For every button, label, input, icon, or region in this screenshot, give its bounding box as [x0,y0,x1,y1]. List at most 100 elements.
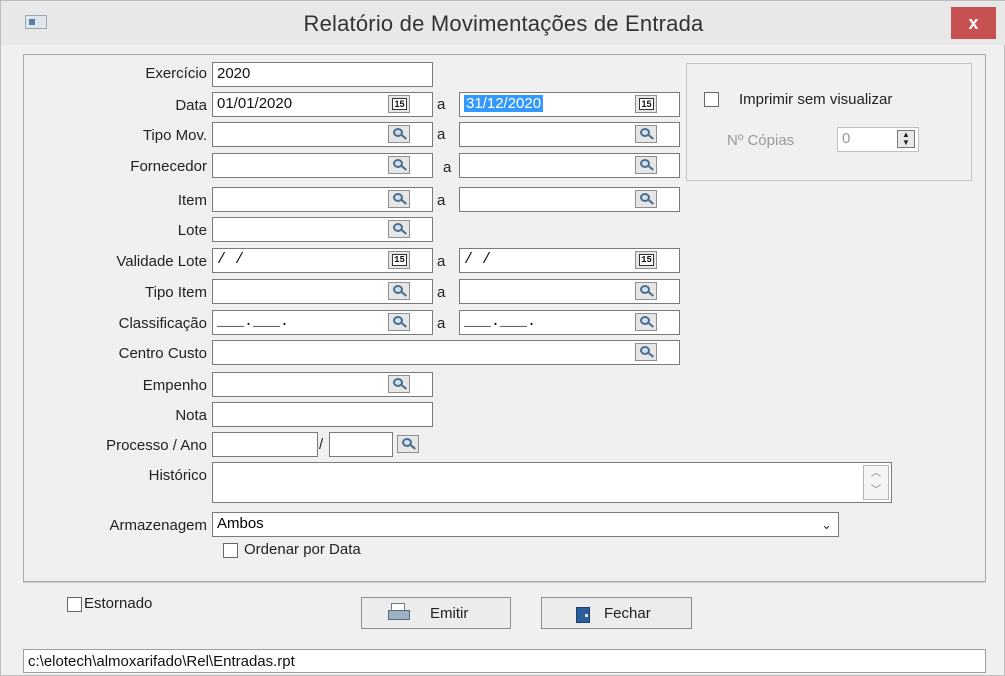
historico-textarea[interactable]: ︿ ﹀ [212,462,892,503]
nota-input[interactable] [212,402,433,427]
processo-search-button[interactable] [397,435,419,453]
classificacao-from-search-button[interactable] [388,313,410,331]
lote-input[interactable] [212,217,433,242]
tipo-item-from-input[interactable] [212,279,433,304]
nota-label: Nota [175,407,207,424]
fornecedor-from-input[interactable] [212,153,433,178]
empenho-label: Empenho [142,377,207,394]
calendar-icon: 15 [392,254,407,266]
range-separator: a [437,253,446,270]
centro-custo-input[interactable] [212,340,680,365]
fornecedor-from-search-button[interactable] [388,156,410,174]
chevron-down-icon: ⌄ [821,517,832,532]
historico-scrollbar[interactable]: ︿ ﹀ [863,465,889,500]
data-from-calendar-button[interactable]: 15 [388,95,410,113]
window-title: Relatório de Movimentações de Entrada [303,11,704,36]
processo-input[interactable] [212,432,318,457]
imprimir-sem-visualizar-label: Imprimir sem visualizar [739,91,893,108]
empenho-search-button[interactable] [388,375,410,393]
armazenagem-value: Ambos [217,515,264,532]
historico-label: Histórico [148,467,207,484]
fornecedor-label: Fornecedor [130,158,207,175]
calendar-icon: 15 [392,98,407,110]
range-separator: a [437,126,446,143]
item-from-search-button[interactable] [388,190,410,208]
print-options-group: Imprimir sem visualizar Nº Cópias 0 ▲ ▼ [686,63,972,181]
range-separator: a [437,284,446,301]
armazenagem-label: Armazenagem [109,517,207,534]
data-from-value: 01/01/2020 [217,95,293,112]
tipo-item-to-search-button[interactable] [635,282,657,300]
tipo-item-to-input[interactable] [459,279,680,304]
range-separator: a [437,192,446,209]
validade-lote-from-input[interactable]: / / 15 [212,248,433,273]
lote-label: Lote [177,222,207,239]
classificacao-label: Classificação [118,315,207,332]
footer-separator [23,582,986,583]
exercicio-label: Exercício [145,65,207,82]
spin-updown-icon[interactable]: ▲ ▼ [897,130,915,148]
scroll-down-icon[interactable]: ﹀ [864,483,888,499]
fechar-label: Fechar [604,605,651,622]
title-bar: Relatório de Movimentações de Entrada x [1,1,1005,45]
range-separator: a [443,159,452,176]
tipo-mov-label: Tipo Mov. [142,127,207,144]
estornado-checkbox[interactable] [67,597,82,612]
data-from-input[interactable]: 01/01/2020 15 [212,92,433,117]
processo-separator: / [319,436,324,453]
data-to-input[interactable]: 31/12/2020 15 [459,92,680,117]
tipo-mov-from-search-button[interactable] [388,125,410,143]
calendar-icon: 15 [639,98,654,110]
door-icon [576,607,590,623]
tipo-mov-from-input[interactable] [212,122,433,147]
tipo-mov-to-input[interactable] [459,122,680,147]
item-to-input[interactable] [459,187,680,212]
report-window: Relatório de Movimentações de Entrada x … [0,0,1005,676]
exercicio-input[interactable]: 2020 [212,62,433,87]
classificacao-from-value: ___.___. [217,313,290,330]
estornado-label: Estornado [84,595,153,612]
classificacao-to-input[interactable]: ___.___. [459,310,680,335]
centro-custo-search-button[interactable] [635,343,657,361]
close-button[interactable]: x [951,7,996,39]
range-separator: a [437,96,446,113]
classificacao-to-search-button[interactable] [635,313,657,331]
item-label: Item [177,192,207,209]
copias-spinner[interactable]: 0 ▲ ▼ [837,127,919,152]
classificacao-from-input[interactable]: ___.___. [212,310,433,335]
emitir-label: Emitir [430,605,469,622]
data-to-calendar-button[interactable]: 15 [635,95,657,113]
calendar-icon: 15 [639,254,654,266]
copias-value: 0 [842,130,851,147]
empenho-input[interactable] [212,372,433,397]
scroll-up-icon[interactable]: ︿ [864,466,888,482]
fornecedor-to-input[interactable] [459,153,680,178]
item-from-input[interactable] [212,187,433,212]
item-to-search-button[interactable] [635,190,657,208]
validade-to-calendar-button[interactable]: 15 [635,251,657,269]
classificacao-to-value: ___.___. [464,313,537,330]
emitir-button[interactable]: Emitir [361,597,511,629]
lote-search-button[interactable] [388,220,410,238]
data-to-value: 31/12/2020 [464,95,544,112]
ano-input[interactable] [329,432,393,457]
validade-lote-label: Validade Lote [116,253,207,270]
tipo-item-label: Tipo Item [145,284,207,301]
ordenar-checkbox[interactable] [223,543,238,558]
centro-custo-label: Centro Custo [118,345,207,362]
tipo-mov-to-search-button[interactable] [635,125,657,143]
armazenagem-select[interactable]: Ambos ⌄ [212,512,839,537]
validade-from-calendar-button[interactable]: 15 [388,251,410,269]
fechar-button[interactable]: Fechar [541,597,692,629]
validade-lote-to-value: / / [464,251,492,268]
validade-lote-to-input[interactable]: / / 15 [459,248,680,273]
imprimir-sem-visualizar-checkbox[interactable] [704,92,719,107]
copias-label: Nº Cópias [727,132,795,149]
status-bar: c:\elotech\almoxarifado\Rel\Entradas.rpt [23,649,986,673]
fornecedor-to-search-button[interactable] [635,156,657,174]
printer-icon [388,603,410,623]
data-label: Data [175,97,207,114]
ordenar-label: Ordenar por Data [244,541,361,558]
validade-lote-from-value: / / [217,251,245,268]
tipo-item-from-search-button[interactable] [388,282,410,300]
